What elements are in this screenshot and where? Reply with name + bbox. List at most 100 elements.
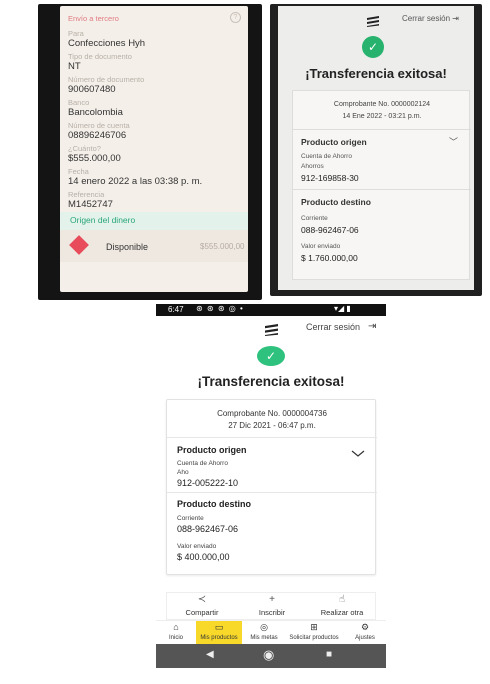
origin-title: Origen del dinero <box>70 215 136 225</box>
field-label: Tipo de documento <box>68 52 132 61</box>
phone-screen: Cerrar sesión ⇥ ✓ ¡Transferencia exitosa… <box>278 6 474 290</box>
divider <box>293 129 471 130</box>
divider <box>167 437 377 438</box>
wallet-icon: ▭ <box>214 622 224 632</box>
field-label: Fecha <box>68 167 89 176</box>
nav-label: Solicitar productos <box>289 635 339 641</box>
amount-label: Valor enviado <box>177 543 217 550</box>
bank-logo-icon <box>366 14 380 32</box>
field-value: 900607480 <box>68 84 116 95</box>
details-header: Envío a tercero <box>68 14 119 23</box>
origin-subtype: Ahorros <box>301 163 324 170</box>
nav-label: Mis metas <box>250 635 278 641</box>
home-button-icon[interactable]: ◉ <box>263 647 274 663</box>
voucher-number: Comprobante No. 0000004736 <box>217 409 327 418</box>
gear-icon: ⚙ <box>360 622 370 632</box>
field-value: M1452747 <box>68 199 113 210</box>
notification-icons: ⊛ ⊛ ⊛ ◎ • <box>196 304 244 313</box>
field-label: Número de documento <box>68 75 145 84</box>
field-label: Banco <box>68 98 90 107</box>
divider <box>293 189 471 190</box>
success-check-icon: ✓ <box>362 36 384 58</box>
voucher-card: Comprobante No. 0000004736 27 Dic 2021 -… <box>166 399 377 575</box>
origin-type: Cuenta de Ahorro <box>177 460 228 467</box>
amount-value: $ 400.000,00 <box>177 552 230 562</box>
status-bar: 6:47 ⊛ ⊛ ⊛ ◎ • ▾◢ ▮ <box>156 304 386 316</box>
field-label: ¿Cuánto? <box>68 144 101 153</box>
nav-item-mis-productos[interactable]: ▭ Mis productos <box>196 621 242 645</box>
field-value: $555.000,00 <box>68 153 121 164</box>
help-icon[interactable]: ? <box>230 12 241 23</box>
status-time: 6:47 <box>168 305 184 314</box>
bank-logo-icon <box>264 323 279 341</box>
origin-account: 912-005222-10 <box>177 478 239 488</box>
cart-icon: ⊞ <box>310 622 318 632</box>
logout-link[interactable]: Cerrar sesión ⇥ <box>402 14 459 23</box>
divider <box>167 492 377 493</box>
nav-label: Mis productos <box>200 635 238 641</box>
field-value: 08896246706 <box>68 130 127 141</box>
action-bar: ≺ Compartir + Inscribir ☝ Realizar otra <box>166 592 376 620</box>
photo-transfer-summary: Envío a tercero Para Confecciones Hyh Ti… <box>38 4 262 300</box>
voucher-card: Comprobante No. 0000002124 14 Ene 2022 -… <box>292 90 471 280</box>
page: Envío a tercero Para Confecciones Hyh Ti… <box>0 0 490 684</box>
system-nav-bar: ◀ ◉ ■ <box>156 644 386 668</box>
destination-account: 088-962467-06 <box>301 225 359 235</box>
screenshot-transfer-success: 6:47 ⊛ ⊛ ⊛ ◎ • ▾◢ ▮ Cerrar sesión ⇥ ✓ ¡T… <box>156 304 386 668</box>
origin-type: Cuenta de Ahorro <box>301 153 352 160</box>
origin-subtype: Aho <box>177 469 189 476</box>
logout-icon[interactable]: ⇥ <box>368 321 376 332</box>
phone-screen: Envío a tercero Para Confecciones Hyh Ti… <box>60 6 248 292</box>
recents-icon[interactable]: ■ <box>326 649 332 660</box>
chevron-down-icon[interactable] <box>351 445 365 463</box>
success-check-icon: ✓ <box>257 346 285 366</box>
nav-item-mis-metas[interactable]: ◎ Mis metas <box>246 621 282 645</box>
product-amount: $555.000,00 <box>200 242 245 251</box>
bottom-nav: ⌂ Inicio ▭ Mis productos ◎ Mis metas ⊞ S… <box>156 620 386 645</box>
success-title: ¡Transferencia exitosa! <box>305 66 447 81</box>
logout-icon: ⇥ <box>452 14 459 23</box>
product-label: Disponible <box>106 242 149 252</box>
field-value: Confecciones Hyh <box>68 38 146 49</box>
field-label: Para <box>68 29 84 38</box>
field-value: NT <box>68 61 81 72</box>
success-title: ¡Transferencia exitosa! <box>197 374 345 389</box>
nav-label: Inicio <box>168 635 183 641</box>
nav-item-ajustes[interactable]: ⚙ Ajustes <box>352 621 378 645</box>
destination-type: Corriente <box>177 515 204 522</box>
field-label: Referencia <box>68 190 105 199</box>
enroll-button[interactable]: + Inscribir <box>237 593 307 621</box>
nav-item-solicitar[interactable]: ⊞ Solicitar productos <box>284 621 344 645</box>
origin-title: Producto origen <box>301 137 367 147</box>
back-icon[interactable]: ◀ <box>206 649 214 660</box>
field-value: 14 enero 2022 a las 03:38 p. m. <box>68 176 203 187</box>
chevron-down-icon[interactable]: ﹀ <box>449 135 458 148</box>
transfer-details: Envío a tercero Para Confecciones Hyh Ti… <box>68 14 238 213</box>
voucher-number: Comprobante No. 0000002124 <box>333 101 431 108</box>
destination-title: Producto destino <box>301 197 371 207</box>
amount-label: Valor enviado <box>301 243 341 250</box>
field-label: Número de cuenta <box>68 121 130 130</box>
new-transfer-label: Realizar otra <box>320 608 364 617</box>
share-label: Compartir <box>185 608 219 617</box>
plus-icon: + <box>269 594 275 605</box>
field-value: Bancolombia <box>68 107 123 118</box>
target-icon: ◎ <box>260 622 268 632</box>
new-transfer-button[interactable]: ☝ Realizar otra <box>307 593 377 621</box>
voucher-date: 14 Ene 2022 - 03:21 p.m. <box>342 113 422 120</box>
destination-account: 088-962467-06 <box>177 524 239 534</box>
hand-icon: ☝ <box>338 594 346 605</box>
nav-label: Ajustes <box>355 635 375 641</box>
nav-item-inicio[interactable]: ⌂ Inicio <box>164 621 188 645</box>
photo-transfer-success: Cerrar sesión ⇥ ✓ ¡Transferencia exitosa… <box>270 4 482 296</box>
home-icon: ⌂ <box>173 622 179 632</box>
amount-value: $ 1.760.000,00 <box>301 253 358 263</box>
logout-label: Cerrar sesión <box>402 14 451 23</box>
share-button[interactable]: ≺ Compartir <box>167 593 237 621</box>
logout-link[interactable]: Cerrar sesión <box>306 322 360 332</box>
destination-type: Corriente <box>301 215 328 222</box>
voucher-date: 27 Dic 2021 - 06:47 p.m. <box>228 421 316 430</box>
share-icon: ≺ <box>197 594 207 605</box>
enroll-label: Inscribir <box>258 608 286 617</box>
destination-title: Producto destino <box>177 499 251 509</box>
